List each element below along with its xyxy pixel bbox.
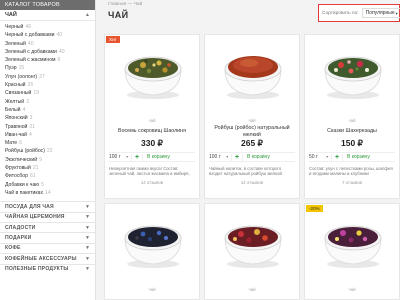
tea-bowl-image[interactable] xyxy=(119,43,187,101)
chevron-down-icon: ▼ xyxy=(85,255,90,262)
product-card[interactable]: чай Ройбуш (ройбос) натуральный мелкий 2… xyxy=(204,34,300,199)
subcategory-item[interactable]: Фруктовый 21 xyxy=(5,164,95,172)
weight-select[interactable]: 100 г ▼ xyxy=(109,154,131,160)
product-card[interactable]: чай Сказки Шахерезады 150 ₽ 50 г ▼ + В ко… xyxy=(304,34,400,199)
hit-badge: Хит xyxy=(106,36,120,43)
chevron-down-icon: ▼ xyxy=(225,155,229,159)
subcategory-item[interactable]: Желтый 3 xyxy=(5,98,95,106)
product-description: Чайный напиток, в составе которого входи… xyxy=(209,166,282,177)
buy-row: 100 г ▼ + В корзину xyxy=(109,152,195,162)
sidebar-sections: ПОСУДА ДЛЯ ЧАЯ ▼ ЧАЙНАЯ ЦЕРЕМОНИЯ ▼ СЛАДОС… xyxy=(0,201,95,274)
reviews-count[interactable]: 7 отзывов xyxy=(305,180,399,185)
weight-select[interactable]: 50 г ▼ xyxy=(309,154,331,160)
current-category-title: ЧАЙ xyxy=(5,12,17,18)
subcategory-item[interactable]: Белый 4 xyxy=(5,106,95,114)
sort-control: Сортировать по: Популярные ▼ xyxy=(318,4,400,22)
sort-select[interactable]: Популярные ▼ xyxy=(361,8,400,18)
product-category: чай xyxy=(348,118,356,123)
add-to-cart-icon[interactable]: + xyxy=(231,153,243,161)
product-description: Невероятная гамма вкуса! Состав: зеленый… xyxy=(109,166,190,177)
product-name[interactable]: Сказки Шахерезады xyxy=(309,125,395,138)
subcategory-item[interactable]: Мате 6 xyxy=(5,139,95,147)
add-to-cart-button[interactable]: В корзину xyxy=(347,154,370,160)
chevron-down-icon: ▼ xyxy=(394,10,399,16)
chevron-down-icon: ▼ xyxy=(85,245,90,252)
catalog-header: КАТАЛОГ ТОВАРОВ xyxy=(0,0,95,10)
chevron-down-icon: ▼ xyxy=(85,235,90,242)
chevron-down-icon: ▼ xyxy=(325,155,329,159)
product-name[interactable]: Восемь сокровищ Шаолиня xyxy=(109,125,195,138)
product-name[interactable]: Ройбуш (ройбос) натуральный мелкий xyxy=(209,125,295,138)
reviews-count[interactable]: 14 отзывов xyxy=(105,180,199,185)
product-description: Состав: улун с лепестками розы, шалфея и… xyxy=(309,166,393,177)
sidebar-section[interactable]: КОФЕ ▼ xyxy=(0,242,95,253)
sidebar-section[interactable]: ЧАЙНАЯ ЦЕРЕМОНИЯ ▼ xyxy=(0,211,95,222)
subcategory-item[interactable]: Чай в пакетиках 14 xyxy=(5,189,95,197)
subcategory-item[interactable]: Иван-чай 4 xyxy=(5,131,95,139)
product-price: 150 ₽ xyxy=(341,138,363,148)
chevron-down-icon: ▼ xyxy=(85,214,90,221)
page-title: ЧАЙ xyxy=(108,10,129,20)
product-price: 330 ₽ xyxy=(141,138,163,148)
buy-row: 50 г ▼ + В корзину xyxy=(309,152,395,162)
product-category: чай xyxy=(148,118,156,123)
sidebar-section[interactable]: ПОСУДА ДЛЯ ЧАЯ ▼ xyxy=(0,201,95,211)
breadcrumb[interactable]: Главная — Чай xyxy=(108,2,142,7)
product-card[interactable]: -20% чай xyxy=(304,203,400,300)
sidebar-section[interactable]: КОФЕЙНЫЕ АКСЕССУАРЫ ▼ xyxy=(0,253,95,263)
catalog-sidebar: КАТАЛОГ ТОВАРОВ ЧАЙ ▲ Черный 46 Черный с … xyxy=(0,0,96,300)
reviews-count[interactable]: 14 отзывов xyxy=(205,180,299,185)
subcategory-item[interactable]: Ройбуш (ройбос) 22 xyxy=(5,147,95,155)
buy-row: 100 г ▼ + В корзину xyxy=(209,152,295,162)
subcategory-item[interactable]: Зеленый с добавками 40 xyxy=(5,48,95,56)
add-to-cart-icon[interactable]: + xyxy=(331,153,343,161)
discount-badge: -20% xyxy=(306,205,323,212)
tea-bowl-image[interactable] xyxy=(219,212,287,270)
product-category: чай xyxy=(148,287,156,292)
sort-value: Популярные xyxy=(365,10,395,16)
product-card[interactable]: Хит чай Восемь сокровищ Шаолиня 330 ₽ 10… xyxy=(104,34,200,199)
chevron-down-icon: ▼ xyxy=(85,203,90,210)
subcategory-item[interactable]: Черный с добавками 40 xyxy=(5,31,95,39)
tea-bowl-image[interactable] xyxy=(219,43,287,101)
product-category: чай xyxy=(248,287,256,292)
subcategory-item[interactable]: Улун (оолонг) 27 xyxy=(5,73,95,81)
tea-bowl-image[interactable] xyxy=(319,212,387,270)
subcategory-item[interactable]: Зеленый с жасмином 6 xyxy=(5,56,95,64)
add-to-cart-icon[interactable]: + xyxy=(131,153,143,161)
main-content: Главная — Чай ЧАЙ Сортировать по: Популя… xyxy=(96,0,400,300)
product-price: 265 ₽ xyxy=(241,138,263,148)
chevron-down-icon: ▼ xyxy=(85,266,90,273)
add-to-cart-button[interactable]: В корзину xyxy=(247,154,270,160)
product-card[interactable]: чай xyxy=(104,203,200,300)
subcategory-item[interactable]: Добавки к чаю 5 xyxy=(5,181,95,189)
sidebar-section[interactable]: СЛАДОСТИ ▼ xyxy=(0,222,95,232)
subcategory-item[interactable]: Черный 46 xyxy=(5,23,95,31)
add-to-cart-button[interactable]: В корзину xyxy=(147,154,170,160)
chevron-up-icon: ▲ xyxy=(85,12,90,18)
subcategory-item[interactable]: Красный 26 xyxy=(5,81,95,89)
tea-bowl-image[interactable] xyxy=(119,212,187,270)
sidebar-section[interactable]: ПОДАРКИ ▼ xyxy=(0,232,95,242)
chevron-down-icon: ▼ xyxy=(85,224,90,231)
subcategory-item[interactable]: Пуэр 15 xyxy=(5,64,95,72)
chevron-down-icon: ▼ xyxy=(125,155,129,159)
subcategory-list: Черный 46 Черный с добавками 40 Зеленый 40 … xyxy=(0,21,95,197)
subcategory-item[interactable]: Фитосбор 61 xyxy=(5,172,95,180)
product-category: чай xyxy=(348,287,356,292)
sort-label: Сортировать по: xyxy=(322,10,359,16)
product-category: чай xyxy=(248,118,256,123)
sidebar-section[interactable]: ПОЛЕЗНЫЕ ПРОДУКТЫ ▼ xyxy=(0,263,95,274)
weight-select[interactable]: 100 г ▼ xyxy=(209,154,231,160)
subcategory-item[interactable]: Экзотический 9 xyxy=(5,156,95,164)
subcategory-item[interactable]: Связанный 19 xyxy=(5,89,95,97)
tea-bowl-image[interactable] xyxy=(319,43,387,101)
subcategory-item[interactable]: Японский 3 xyxy=(5,114,95,122)
category-tea-toggle[interactable]: ЧАЙ ▲ xyxy=(0,10,95,21)
subcategory-item[interactable]: Зеленый 40 xyxy=(5,40,95,48)
subcategory-item[interactable]: Травяной 21 xyxy=(5,123,95,131)
product-card[interactable]: чай xyxy=(204,203,300,300)
